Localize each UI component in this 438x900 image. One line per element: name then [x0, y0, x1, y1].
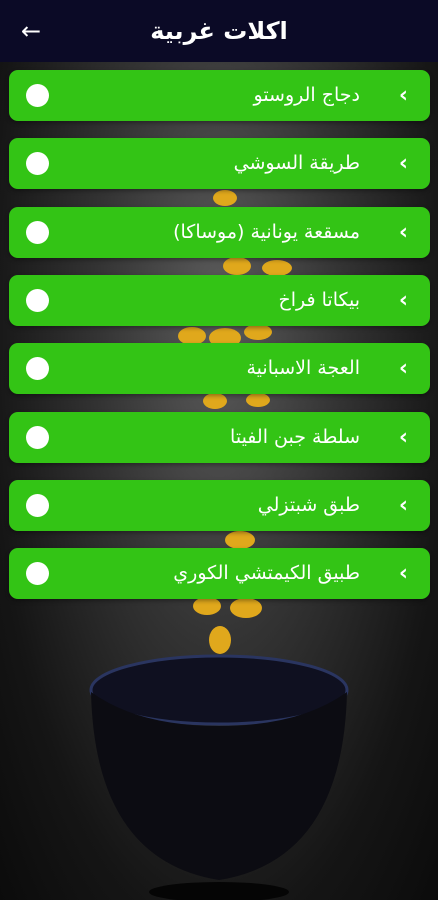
list-item[interactable]: دجاج الروستو ‹ — [9, 70, 430, 121]
page-title: اكلات غربية — [150, 17, 288, 45]
list-item-label: طبق شبتزلي — [257, 494, 360, 516]
back-button[interactable]: ← — [18, 18, 44, 44]
list-item[interactable]: مسقعة يونانية (موساكا) ‹ — [9, 207, 430, 258]
chevron-left-icon: ‹ — [398, 288, 408, 313]
list-item-label: دجاج الروستو — [253, 84, 361, 106]
list-item[interactable]: طبق شبتزلي ‹ — [9, 480, 430, 531]
app-header: ← اكلات غربية — [0, 0, 438, 62]
list-item-label: العجة الاسبانية — [246, 357, 361, 379]
list-item[interactable]: بيكاتا فراخ ‹ — [9, 275, 430, 326]
radio-dot-icon — [26, 494, 49, 517]
list-item-label: سلطة جبن الفيتا — [230, 426, 360, 448]
arrow-left-icon: ← — [20, 17, 42, 45]
list-item-label: بيكاتا فراخ — [278, 289, 360, 311]
list-item-label: طبيق الكيمتشي الكوري — [173, 562, 360, 584]
chevron-left-icon: ‹ — [398, 83, 408, 108]
radio-dot-icon — [26, 562, 49, 585]
list-item[interactable]: العجة الاسبانية ‹ — [9, 343, 430, 394]
radio-dot-icon — [26, 289, 49, 312]
list-item-label: طريقة السوشي — [233, 152, 360, 174]
radio-dot-icon — [26, 357, 49, 380]
list-item[interactable]: سلطة جبن الفيتا ‹ — [9, 412, 430, 463]
chevron-left-icon: ‹ — [398, 425, 408, 450]
chevron-left-icon: ‹ — [398, 493, 408, 518]
radio-dot-icon — [26, 426, 49, 449]
radio-dot-icon — [26, 84, 49, 107]
chevron-left-icon: ‹ — [398, 356, 408, 381]
list-item[interactable]: طبيق الكيمتشي الكوري ‹ — [9, 548, 430, 599]
chevron-left-icon: ‹ — [398, 561, 408, 586]
list-item[interactable]: طريقة السوشي ‹ — [9, 138, 430, 189]
chevron-left-icon: ‹ — [398, 151, 408, 176]
chevron-left-icon: ‹ — [398, 220, 408, 245]
radio-dot-icon — [26, 152, 49, 175]
list-item-label: مسقعة يونانية (موساكا) — [173, 221, 360, 243]
radio-dot-icon — [26, 221, 49, 244]
